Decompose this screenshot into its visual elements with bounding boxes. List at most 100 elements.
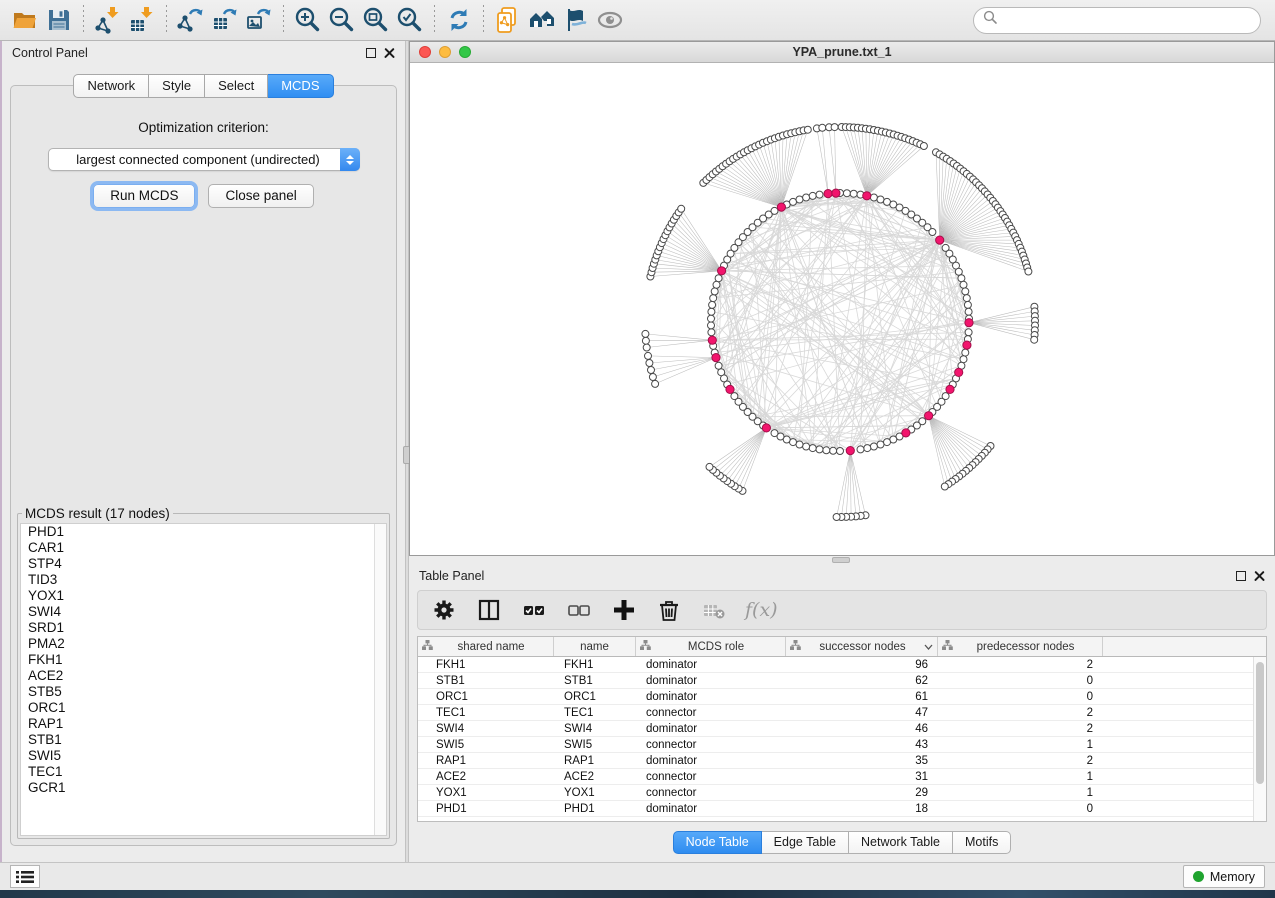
run-mcds-button[interactable]: Run MCDS [93,184,195,208]
mcds-result-item[interactable]: PMA2 [21,636,386,652]
mcds-result-item[interactable]: ORC1 [21,700,386,716]
search-input[interactable] [1004,13,1251,28]
tab-motifs[interactable]: Motifs [953,831,1011,854]
first-neighbors-icon[interactable] [525,3,559,37]
column-header-successor-nodes[interactable]: successor nodes [786,637,938,656]
mcds-result-item[interactable]: ACE2 [21,668,386,684]
save-icon[interactable] [42,3,76,37]
table-row[interactable]: RAP1RAP1dominator352 [418,753,1266,769]
table-row[interactable]: ACE2ACE2connector311 [418,769,1266,785]
network-canvas[interactable] [410,63,1274,555]
open-folder-icon[interactable] [8,3,42,37]
optimization-criterion-dropdown[interactable]: largest connected component (undirected) [48,148,360,171]
table-row[interactable]: FKH1FKH1dominator962 [418,657,1266,673]
zoom-fit-icon[interactable] [359,3,393,37]
search-box[interactable] [973,7,1261,34]
scrollbar-thumb[interactable] [1256,662,1264,784]
table-row[interactable]: STB1STB1dominator620 [418,673,1266,689]
column-header-predecessor-nodes[interactable]: predecessor nodes [938,637,1103,656]
column-header-MCDS-role[interactable]: MCDS role [636,637,786,656]
mcds-result-item[interactable]: RAP1 [21,716,386,732]
cell-shared-name: STB1 [418,675,554,687]
result-list-scrollbar[interactable] [374,524,386,835]
mcds-result-item[interactable]: CAR1 [21,540,386,556]
close-panel-icon[interactable] [1254,571,1265,582]
cell-shared-name: ORC1 [418,691,554,703]
splitter-grip[interactable] [832,557,850,563]
import-table-icon[interactable] [125,3,159,37]
new-network-from-selection-icon[interactable] [491,3,525,37]
float-panel-icon[interactable] [366,48,376,58]
mcds-result-item[interactable]: PHD1 [21,524,386,540]
close-panel-button[interactable]: Close panel [208,184,313,208]
zoom-selected-icon[interactable] [393,3,427,37]
column-header-name[interactable]: name [554,637,636,656]
refresh-layout-icon[interactable] [442,3,476,37]
cell-predecessor-nodes: 2 [938,755,1103,767]
show-all-icon[interactable] [593,3,627,37]
hierarchy-icon [790,640,801,653]
mcds-result-item[interactable]: STB1 [21,732,386,748]
select-all-icon[interactable] [520,596,548,624]
cell-predecessor-nodes: 0 [938,691,1103,703]
mcds-result-item[interactable]: STP4 [21,556,386,572]
export-table-icon[interactable] [208,3,242,37]
network-graph[interactable] [410,63,1274,555]
tab-edge-table[interactable]: Edge Table [762,831,849,854]
cell-MCDS-role: connector [636,787,786,799]
add-column-icon[interactable] [610,596,638,624]
deselect-all-icon[interactable] [565,596,593,624]
memory-button[interactable]: Memory [1183,865,1265,888]
mcds-result-list[interactable]: PHD1CAR1STP4TID3YOX1SWI4SRD1PMA2FKH1ACE2… [20,523,387,836]
table-scrollbar[interactable] [1253,657,1266,821]
hide-selected-icon[interactable] [559,3,593,37]
table-header-row: shared namenameMCDS rolesuccessor nodesp… [418,637,1266,657]
import-network-icon[interactable] [91,3,125,37]
close-panel-icon[interactable] [384,48,395,59]
hierarchy-icon [942,640,953,653]
mcds-result-item[interactable]: STB5 [21,684,386,700]
table-row[interactable]: SWI4SWI4dominator462 [418,721,1266,737]
status-bar: Memory [0,862,1275,890]
mcds-result-item[interactable]: YOX1 [21,588,386,604]
cell-name: PHD1 [554,803,636,815]
function-builder-icon[interactable]: f(x) [745,599,778,621]
zoom-in-icon[interactable] [291,3,325,37]
table-panel-titlebar: Table Panel [409,564,1275,588]
toolbar-separator [283,5,284,35]
cell-MCDS-role: dominator [636,659,786,671]
table-panel-title: Table Panel [419,569,484,583]
column-header-shared-name[interactable]: shared name [418,637,554,656]
table-row[interactable]: PHD1PHD1dominator180 [418,801,1266,817]
table-tabs: Node TableEdge TableNetwork TableMotifs [409,831,1275,854]
cytoscape-app: Control Panel NetworkStyleSelectMCDS Opt… [0,0,1275,898]
float-panel-icon[interactable] [1236,571,1246,581]
zoom-out-icon[interactable] [325,3,359,37]
tab-network-table[interactable]: Network Table [849,831,953,854]
table-row[interactable]: YOX1YOX1connector291 [418,785,1266,801]
mcds-result-item[interactable]: TEC1 [21,764,386,780]
table-row[interactable]: SWI5SWI5connector431 [418,737,1266,753]
export-network-icon[interactable] [174,3,208,37]
cell-name: RAP1 [554,755,636,767]
mcds-result-item[interactable]: SWI5 [21,748,386,764]
memory-status-icon [1193,871,1204,882]
task-history-button[interactable] [10,865,40,888]
delete-table-icon[interactable] [700,596,728,624]
table-row[interactable]: TEC1TEC1connector472 [418,705,1266,721]
gear-icon[interactable] [430,596,458,624]
table-row[interactable]: ORC1ORC1dominator610 [418,689,1266,705]
cell-MCDS-role: dominator [636,675,786,687]
delete-column-icon[interactable] [655,596,683,624]
cell-shared-name: ACE2 [418,771,554,783]
tab-node-table[interactable]: Node Table [673,831,762,854]
network-window-titlebar[interactable]: YPA_prune.txt_1 [410,42,1274,63]
mcds-result-item[interactable]: FKH1 [21,652,386,668]
export-image-icon[interactable] [242,3,276,37]
split-column-icon[interactable] [475,596,503,624]
mcds-result-item[interactable]: SWI4 [21,604,386,620]
mcds-result-item[interactable]: TID3 [21,572,386,588]
mcds-result-item[interactable]: SRD1 [21,620,386,636]
horizontal-splitter[interactable] [409,556,1275,564]
mcds-result-item[interactable]: GCR1 [21,780,386,796]
